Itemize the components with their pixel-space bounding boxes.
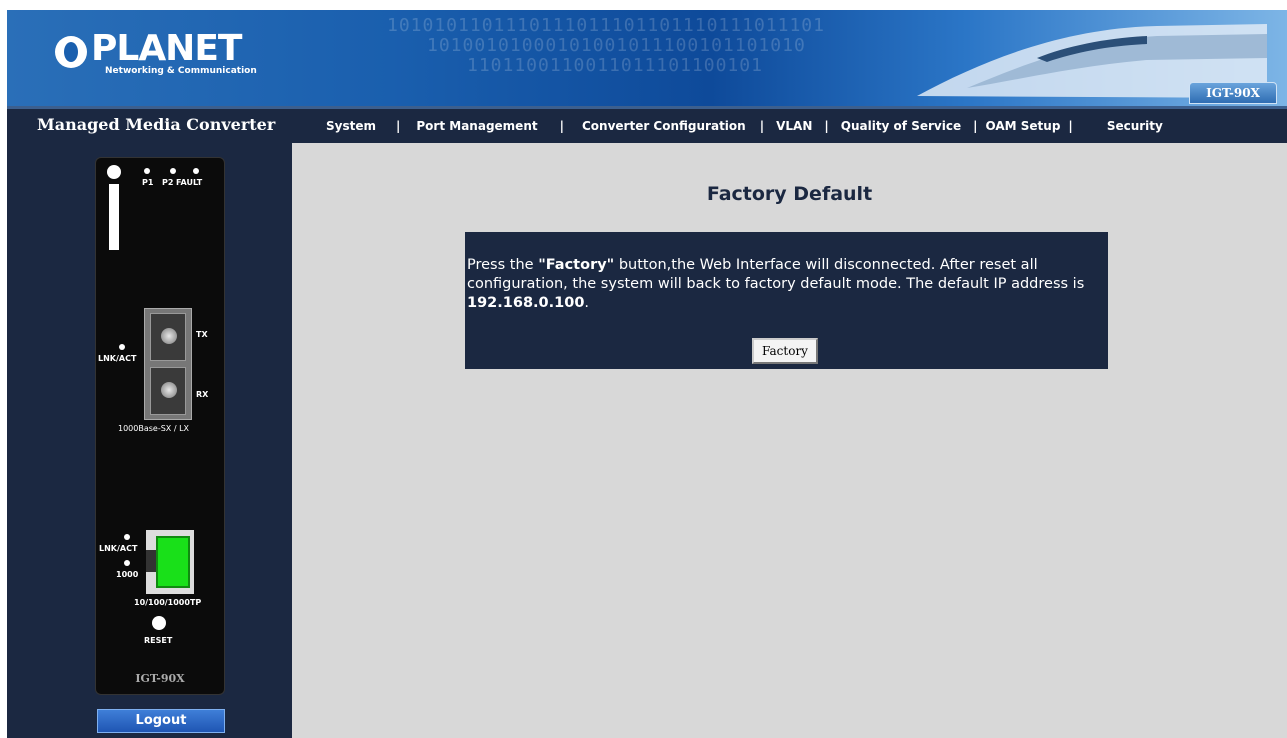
p1-led-icon: [144, 168, 150, 174]
copper-1000-label: 1000: [116, 570, 139, 579]
copper-1000-led-icon: [124, 560, 130, 566]
sidebar: P1 P2 FAULT LNK/ACT TX RX 1000Base-SX / …: [7, 143, 292, 738]
menu-separator: |: [824, 119, 829, 133]
led-label-p1: P1: [142, 178, 154, 187]
sfp-fiber-port: [144, 308, 192, 420]
planet-vertical-logo-icon: [107, 165, 121, 250]
rx-label: RX: [196, 390, 209, 399]
rj45-port: [146, 530, 194, 594]
binary-row: 10100101000101001011100101101010: [427, 35, 806, 56]
msg-prefix: Press the: [467, 257, 539, 273]
main-content: Factory Default Press the "Factory" butt…: [292, 143, 1287, 738]
menu-separator: |: [396, 119, 401, 133]
fault-led-icon: [193, 168, 199, 174]
rx-port: [150, 367, 186, 415]
menu-port-management[interactable]: Port Management: [416, 119, 537, 133]
menu-converter-configuration[interactable]: Converter Configuration: [582, 119, 746, 133]
fiber-caption: 1000Base-SX / LX: [118, 424, 190, 433]
rj45-clip: [146, 550, 156, 572]
header-banner: 1010101101110111011101101110111011101 10…: [7, 10, 1287, 106]
led-label-p2: P2: [162, 178, 174, 187]
top-navbar: Managed Media Converter System | Port Mana…: [7, 106, 1287, 143]
led-label-fault: FAULT: [176, 178, 203, 187]
menu-separator: |: [759, 119, 765, 133]
logout-button[interactable]: Logout: [97, 709, 225, 733]
tx-label: TX: [196, 330, 208, 339]
main-menu: System | Port Management | Converter Configu…: [326, 119, 1163, 133]
brand-logo-text: PLANET: [91, 28, 242, 69]
app-frame: 1010101101110111011101101110111011101 10…: [7, 10, 1287, 738]
default-ip: 192.168.0.100: [467, 295, 585, 311]
factory-message: Press the "Factory" button,the Web Inter…: [467, 256, 1103, 313]
model-tab: IGT-90X: [1189, 82, 1277, 104]
reset-label: RESET: [144, 636, 173, 645]
tx-lens-icon: [161, 328, 177, 344]
copper-caption: 10/100/1000TP: [134, 598, 202, 607]
device-model-label: IGT-90X: [135, 672, 185, 685]
msg-suffix: .: [584, 295, 590, 311]
rj45-green-insert: [156, 536, 190, 588]
planet-logo-icon: [55, 36, 87, 68]
rx-lens-icon: [161, 382, 177, 398]
copper-lnk-label: LNK/ACT: [99, 544, 138, 553]
menu-security[interactable]: Security: [1107, 119, 1163, 133]
app-title: Managed Media Converter: [37, 115, 276, 134]
brand-tagline: Networking & Communication: [105, 66, 257, 76]
menu-oam-setup[interactable]: OAM Setup: [985, 119, 1060, 133]
binary-row: 1010101101110111011101101110111011101: [387, 15, 825, 36]
menu-separator: |: [973, 119, 978, 133]
copper-lnk-led-icon: [124, 534, 130, 540]
menu-system[interactable]: System: [326, 119, 376, 133]
fiber-lnk-label: LNK/ACT: [98, 354, 137, 363]
binary-row: 1101100110011011101100101: [467, 55, 763, 76]
tx-port: [150, 313, 186, 361]
reset-pinhole-icon: [152, 616, 166, 630]
factory-button[interactable]: Factory: [752, 338, 818, 364]
msg-bold-factory: "Factory": [538, 257, 615, 273]
fiber-lnk-led-icon: [119, 344, 125, 350]
menu-vlan[interactable]: VLAN: [776, 119, 812, 133]
page-title: Factory Default: [706, 183, 873, 205]
p2-led-icon: [170, 168, 176, 174]
factory-default-panel: Press the "Factory" button,the Web Inter…: [465, 232, 1108, 369]
menu-quality-of-service[interactable]: Quality of Service: [841, 119, 961, 133]
menu-separator: |: [1068, 119, 1073, 133]
binary-decoration: 1010101101110111011101101110111011101 10…: [387, 16, 825, 76]
menu-separator: |: [559, 119, 564, 133]
device-panel-image: P1 P2 FAULT LNK/ACT TX RX 1000Base-SX / …: [95, 157, 225, 695]
